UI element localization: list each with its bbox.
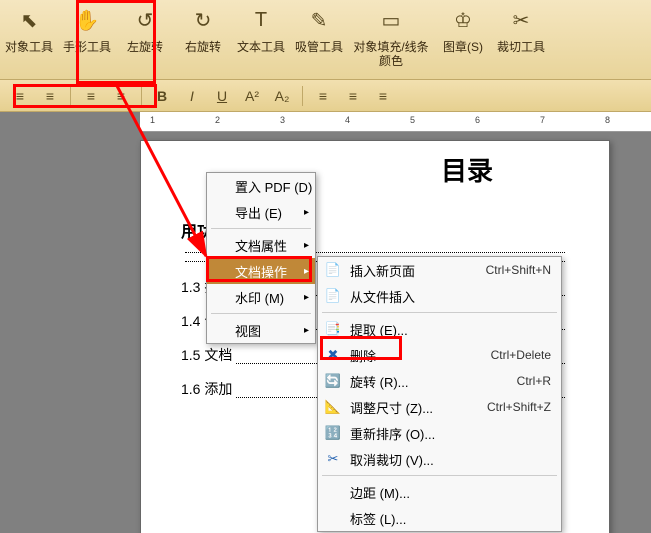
ribbon-fill-stroke[interactable]: ▭对象填充/线条颜色	[348, 0, 434, 80]
rotate-left-icon: ↺	[116, 6, 174, 34]
menu-item-doc-operation[interactable]: 文档操作▸	[207, 258, 315, 284]
menu-item-watermark[interactable]: 水印 (M)▸	[207, 284, 315, 310]
rotate-icon: 🔄	[324, 372, 342, 390]
underline-button[interactable]: U	[212, 88, 232, 104]
chevron-right-icon: ▸	[304, 266, 309, 277]
superscript-button[interactable]: A²	[242, 88, 262, 104]
extract-icon: 📑	[324, 320, 342, 338]
submenu-item-insert-page[interactable]: 📄插入新页面Ctrl+Shift+N	[318, 257, 561, 283]
crop-icon: ✂	[324, 450, 342, 468]
context-menu: 置入 PDF (D) 导出 (E)▸ 文档属性▸ 文档操作▸ 水印 (M)▸ 视…	[206, 172, 316, 344]
align-icon[interactable]: ≡	[81, 88, 101, 104]
ribbon-eyedropper-tool[interactable]: ✎吸管工具	[290, 0, 348, 80]
submenu-item-delete[interactable]: ✖删除Ctrl+Delete	[318, 342, 561, 368]
bold-button[interactable]: B	[152, 88, 172, 104]
submenu-item-insert-from-file[interactable]: 📄从文件插入	[318, 283, 561, 309]
menu-item-insert-pdf[interactable]: 置入 PDF (D)	[207, 173, 315, 199]
ribbon-crop-tool[interactable]: ✂裁切工具	[492, 0, 550, 80]
menu-separator	[322, 475, 557, 476]
delete-icon: ✖	[324, 346, 342, 364]
submenu-item-label[interactable]: 标签 (L)...	[318, 505, 561, 531]
ribbon-text-tool[interactable]: T文本工具	[232, 0, 290, 80]
rect-icon: ▭	[348, 6, 434, 34]
menu-item-export[interactable]: 导出 (E)▸	[207, 199, 315, 225]
subscript-button[interactable]: A₂	[272, 88, 292, 104]
chevron-right-icon: ▸	[304, 325, 309, 336]
ribbon-hand-tool[interactable]: ✋手形工具	[58, 0, 116, 80]
separator	[70, 86, 71, 106]
submenu-item-uncrop[interactable]: ✂取消裁切 (V)...	[318, 446, 561, 472]
format-toolbar: ≡ ≡ ≡ ≡ B I U A² A₂ ≡ ≡ ≡	[0, 80, 651, 112]
submenu-item-extract[interactable]: 📑提取 (E)...	[318, 316, 561, 342]
page-icon: 📄	[324, 261, 342, 279]
align-icon[interactable]: ≡	[373, 88, 393, 104]
align-icon[interactable]: ≡	[111, 88, 131, 104]
submenu-item-margin[interactable]: 边距 (M)...	[318, 479, 561, 505]
menu-separator	[211, 313, 311, 314]
align-icon[interactable]: ≡	[313, 88, 333, 104]
menu-separator	[322, 312, 557, 313]
text-icon: T	[232, 6, 290, 34]
eyedropper-icon: ✎	[290, 6, 348, 34]
separator	[302, 86, 303, 106]
align-left-icon[interactable]: ≡	[10, 88, 30, 104]
reorder-icon: 🔢	[324, 424, 342, 442]
context-submenu: 📄插入新页面Ctrl+Shift+N 📄从文件插入 📑提取 (E)... ✖删除…	[317, 256, 562, 532]
align-center-icon[interactable]: ≡	[40, 88, 60, 104]
chevron-right-icon: ▸	[304, 207, 309, 218]
page-title: 目录	[441, 151, 569, 188]
chevron-right-icon: ▸	[304, 240, 309, 251]
crop-icon: ✂	[492, 6, 550, 34]
submenu-item-rotate[interactable]: 🔄旋转 (R)...Ctrl+R	[318, 368, 561, 394]
ribbon-object-tool[interactable]: ⬉对象工具	[0, 0, 58, 80]
align-icon[interactable]: ≡	[343, 88, 363, 104]
menu-item-doc-properties[interactable]: 文档属性▸	[207, 232, 315, 258]
stamp-icon: ♔	[434, 6, 492, 34]
italic-button[interactable]: I	[182, 88, 202, 104]
ribbon-rotate-right[interactable]: ↻右旋转	[174, 0, 232, 80]
submenu-item-reorder[interactable]: 🔢重新排序 (O)...	[318, 420, 561, 446]
ribbon-toolbar: ⬉对象工具 ✋手形工具 ↺左旋转 ↻右旋转 T文本工具 ✎吸管工具 ▭对象填充/…	[0, 0, 651, 80]
page-icon: 📄	[324, 287, 342, 305]
rotate-right-icon: ↻	[174, 6, 232, 34]
resize-icon: 📐	[324, 398, 342, 416]
hand-icon: ✋	[58, 6, 116, 34]
chevron-right-icon: ▸	[304, 292, 309, 303]
cursor-icon: ⬉	[0, 6, 58, 34]
horizontal-ruler: 1 2 3 4 5 6 7 8	[140, 112, 651, 132]
menu-item-view[interactable]: 视图▸	[207, 317, 315, 343]
menu-separator	[211, 228, 311, 229]
ribbon-rotate-left[interactable]: ↺左旋转	[116, 0, 174, 80]
submenu-item-resize[interactable]: 📐调整尺寸 (Z)...Ctrl+Shift+Z	[318, 394, 561, 420]
ribbon-stamp[interactable]: ♔图章(S)	[434, 0, 492, 80]
separator	[141, 86, 142, 106]
